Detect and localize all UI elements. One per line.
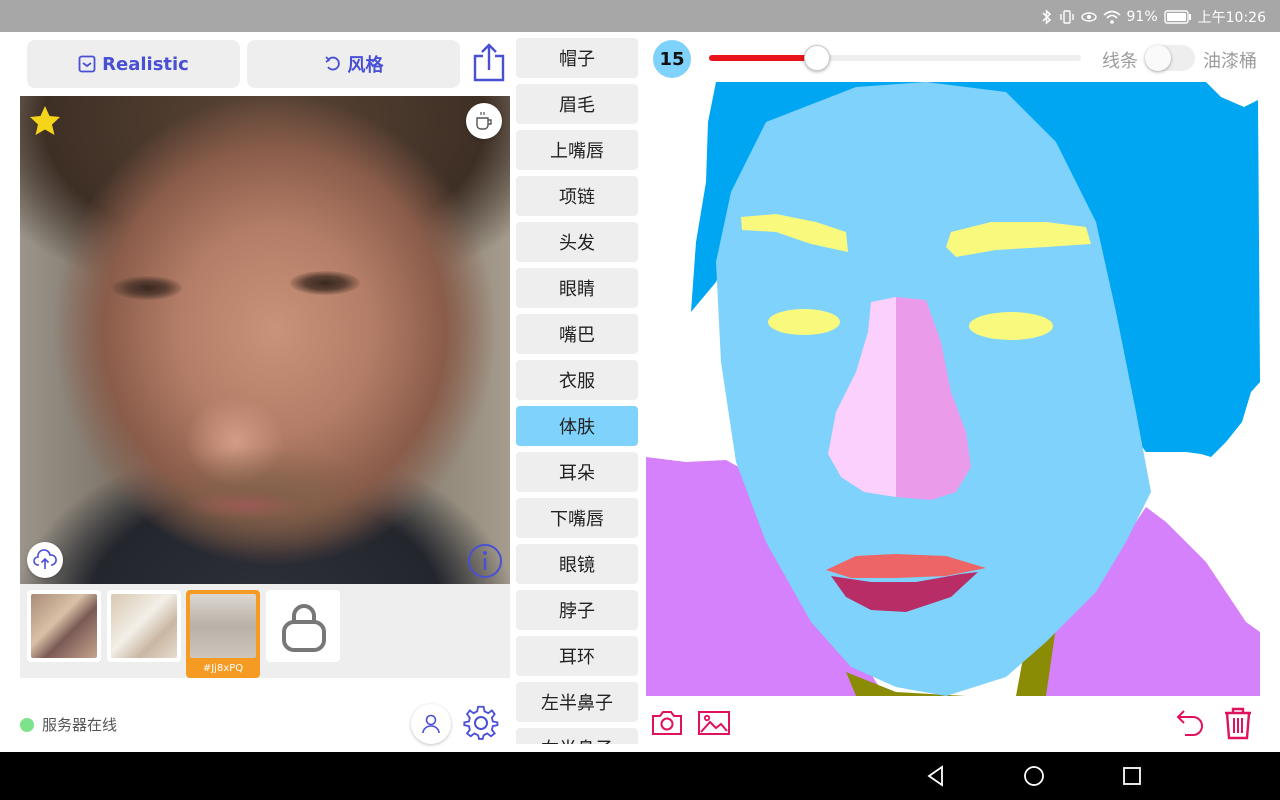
- part-item[interactable]: 头发: [516, 222, 638, 262]
- undo-icon[interactable]: [1171, 705, 1207, 741]
- user-icon[interactable]: [411, 704, 451, 744]
- gear-icon[interactable]: [462, 704, 500, 742]
- clock: 上午10:26: [1197, 10, 1266, 26]
- part-item[interactable]: 项链: [516, 176, 638, 216]
- info-icon[interactable]: [466, 542, 504, 580]
- part-item[interactable]: 眼镜: [516, 544, 638, 584]
- checkbox-square-icon: [78, 55, 96, 73]
- back-icon[interactable]: [924, 764, 948, 788]
- part-item[interactable]: 右半鼻子: [516, 728, 638, 744]
- trash-icon[interactable]: [1220, 705, 1256, 741]
- part-list: 帽子眉毛上嘴唇项链头发眼睛嘴巴衣服体肤耳朵下嘴唇眼镜脖子耳环左半鼻子右半鼻子: [516, 38, 640, 744]
- thumbnail-strip: #Jj8xPQ: [20, 584, 510, 678]
- thumbnail-item-selected[interactable]: #Jj8xPQ: [186, 590, 260, 678]
- recents-icon[interactable]: [1120, 764, 1144, 788]
- image-icon[interactable]: [696, 705, 732, 741]
- toggle-knob: [1145, 45, 1171, 71]
- server-status-dot: [20, 717, 34, 732]
- star-icon[interactable]: [28, 104, 62, 138]
- bluetooth-icon: [1041, 9, 1051, 25]
- part-item[interactable]: 下嘴唇: [516, 498, 638, 538]
- part-item[interactable]: 耳环: [516, 636, 638, 676]
- part-item[interactable]: 嘴巴: [516, 314, 638, 354]
- battery-percent: 91%: [1126, 9, 1158, 25]
- fill-mode-label: 油漆桶: [1203, 51, 1257, 72]
- photo-eye-left: [112, 276, 182, 300]
- part-item[interactable]: 上嘴唇: [516, 130, 638, 170]
- brush-size-badge: 15: [653, 40, 691, 78]
- server-status-text: 服务器在线: [42, 716, 118, 734]
- segmentation-canvas[interactable]: [646, 82, 1260, 696]
- status-bar: 91% 上午10:26: [0, 0, 1280, 32]
- realistic-label: Realistic: [102, 53, 189, 75]
- vibrate-icon: [1059, 10, 1074, 24]
- lock-thumbnail[interactable]: [266, 590, 340, 662]
- photo-mouth: [185, 491, 305, 519]
- thumbnail-tag: #Jj8xPQ: [202, 663, 244, 674]
- part-item[interactable]: 耳朵: [516, 452, 638, 492]
- style-label: 风格: [347, 55, 384, 76]
- eye-comfort-icon: [1080, 12, 1097, 22]
- part-item[interactable]: 左半鼻子: [516, 682, 638, 722]
- photo-eye-right: [290, 271, 360, 295]
- lock-icon: [282, 604, 326, 652]
- thumbnail-image: [31, 594, 97, 658]
- part-item[interactable]: 眉毛: [516, 84, 638, 124]
- part-item[interactable]: 体肤: [516, 406, 638, 446]
- brush-size-slider[interactable]: [709, 45, 1081, 71]
- camera-icon[interactable]: [649, 705, 685, 741]
- part-item[interactable]: 脖子: [516, 590, 638, 630]
- undo-arrow-icon: [324, 56, 340, 71]
- part-item[interactable]: 帽子: [516, 38, 638, 78]
- right-eye-region: [969, 312, 1053, 340]
- part-item[interactable]: 眼睛: [516, 268, 638, 308]
- thumbnail-item[interactable]: [107, 590, 181, 662]
- line-mode-label: 线条: [1102, 51, 1138, 72]
- thumbnail-item[interactable]: [27, 590, 101, 662]
- style-button[interactable]: 风格: [247, 40, 460, 88]
- thumbnail-image: [111, 594, 177, 658]
- server-status: 服务器在线: [20, 714, 117, 735]
- home-icon[interactable]: [1022, 764, 1046, 788]
- status-icons: 91% 上午10:26: [1041, 7, 1266, 27]
- share-icon[interactable]: [470, 42, 508, 84]
- slider-fill: [709, 55, 817, 61]
- left-eye-region: [768, 309, 840, 335]
- fill-mode-toggle[interactable]: [1145, 45, 1195, 71]
- cloud-upload-icon[interactable]: [27, 542, 63, 578]
- source-photo[interactable]: [20, 96, 510, 584]
- part-item[interactable]: 衣服: [516, 360, 638, 400]
- wifi-icon: [1102, 10, 1121, 24]
- slider-handle[interactable]: [803, 45, 830, 71]
- system-navigation-bar: [0, 752, 1280, 800]
- coffee-cup-icon[interactable]: [466, 103, 502, 139]
- battery-icon: [1163, 10, 1191, 24]
- realistic-button[interactable]: Realistic: [27, 40, 240, 88]
- thumbnail-image: [190, 594, 256, 658]
